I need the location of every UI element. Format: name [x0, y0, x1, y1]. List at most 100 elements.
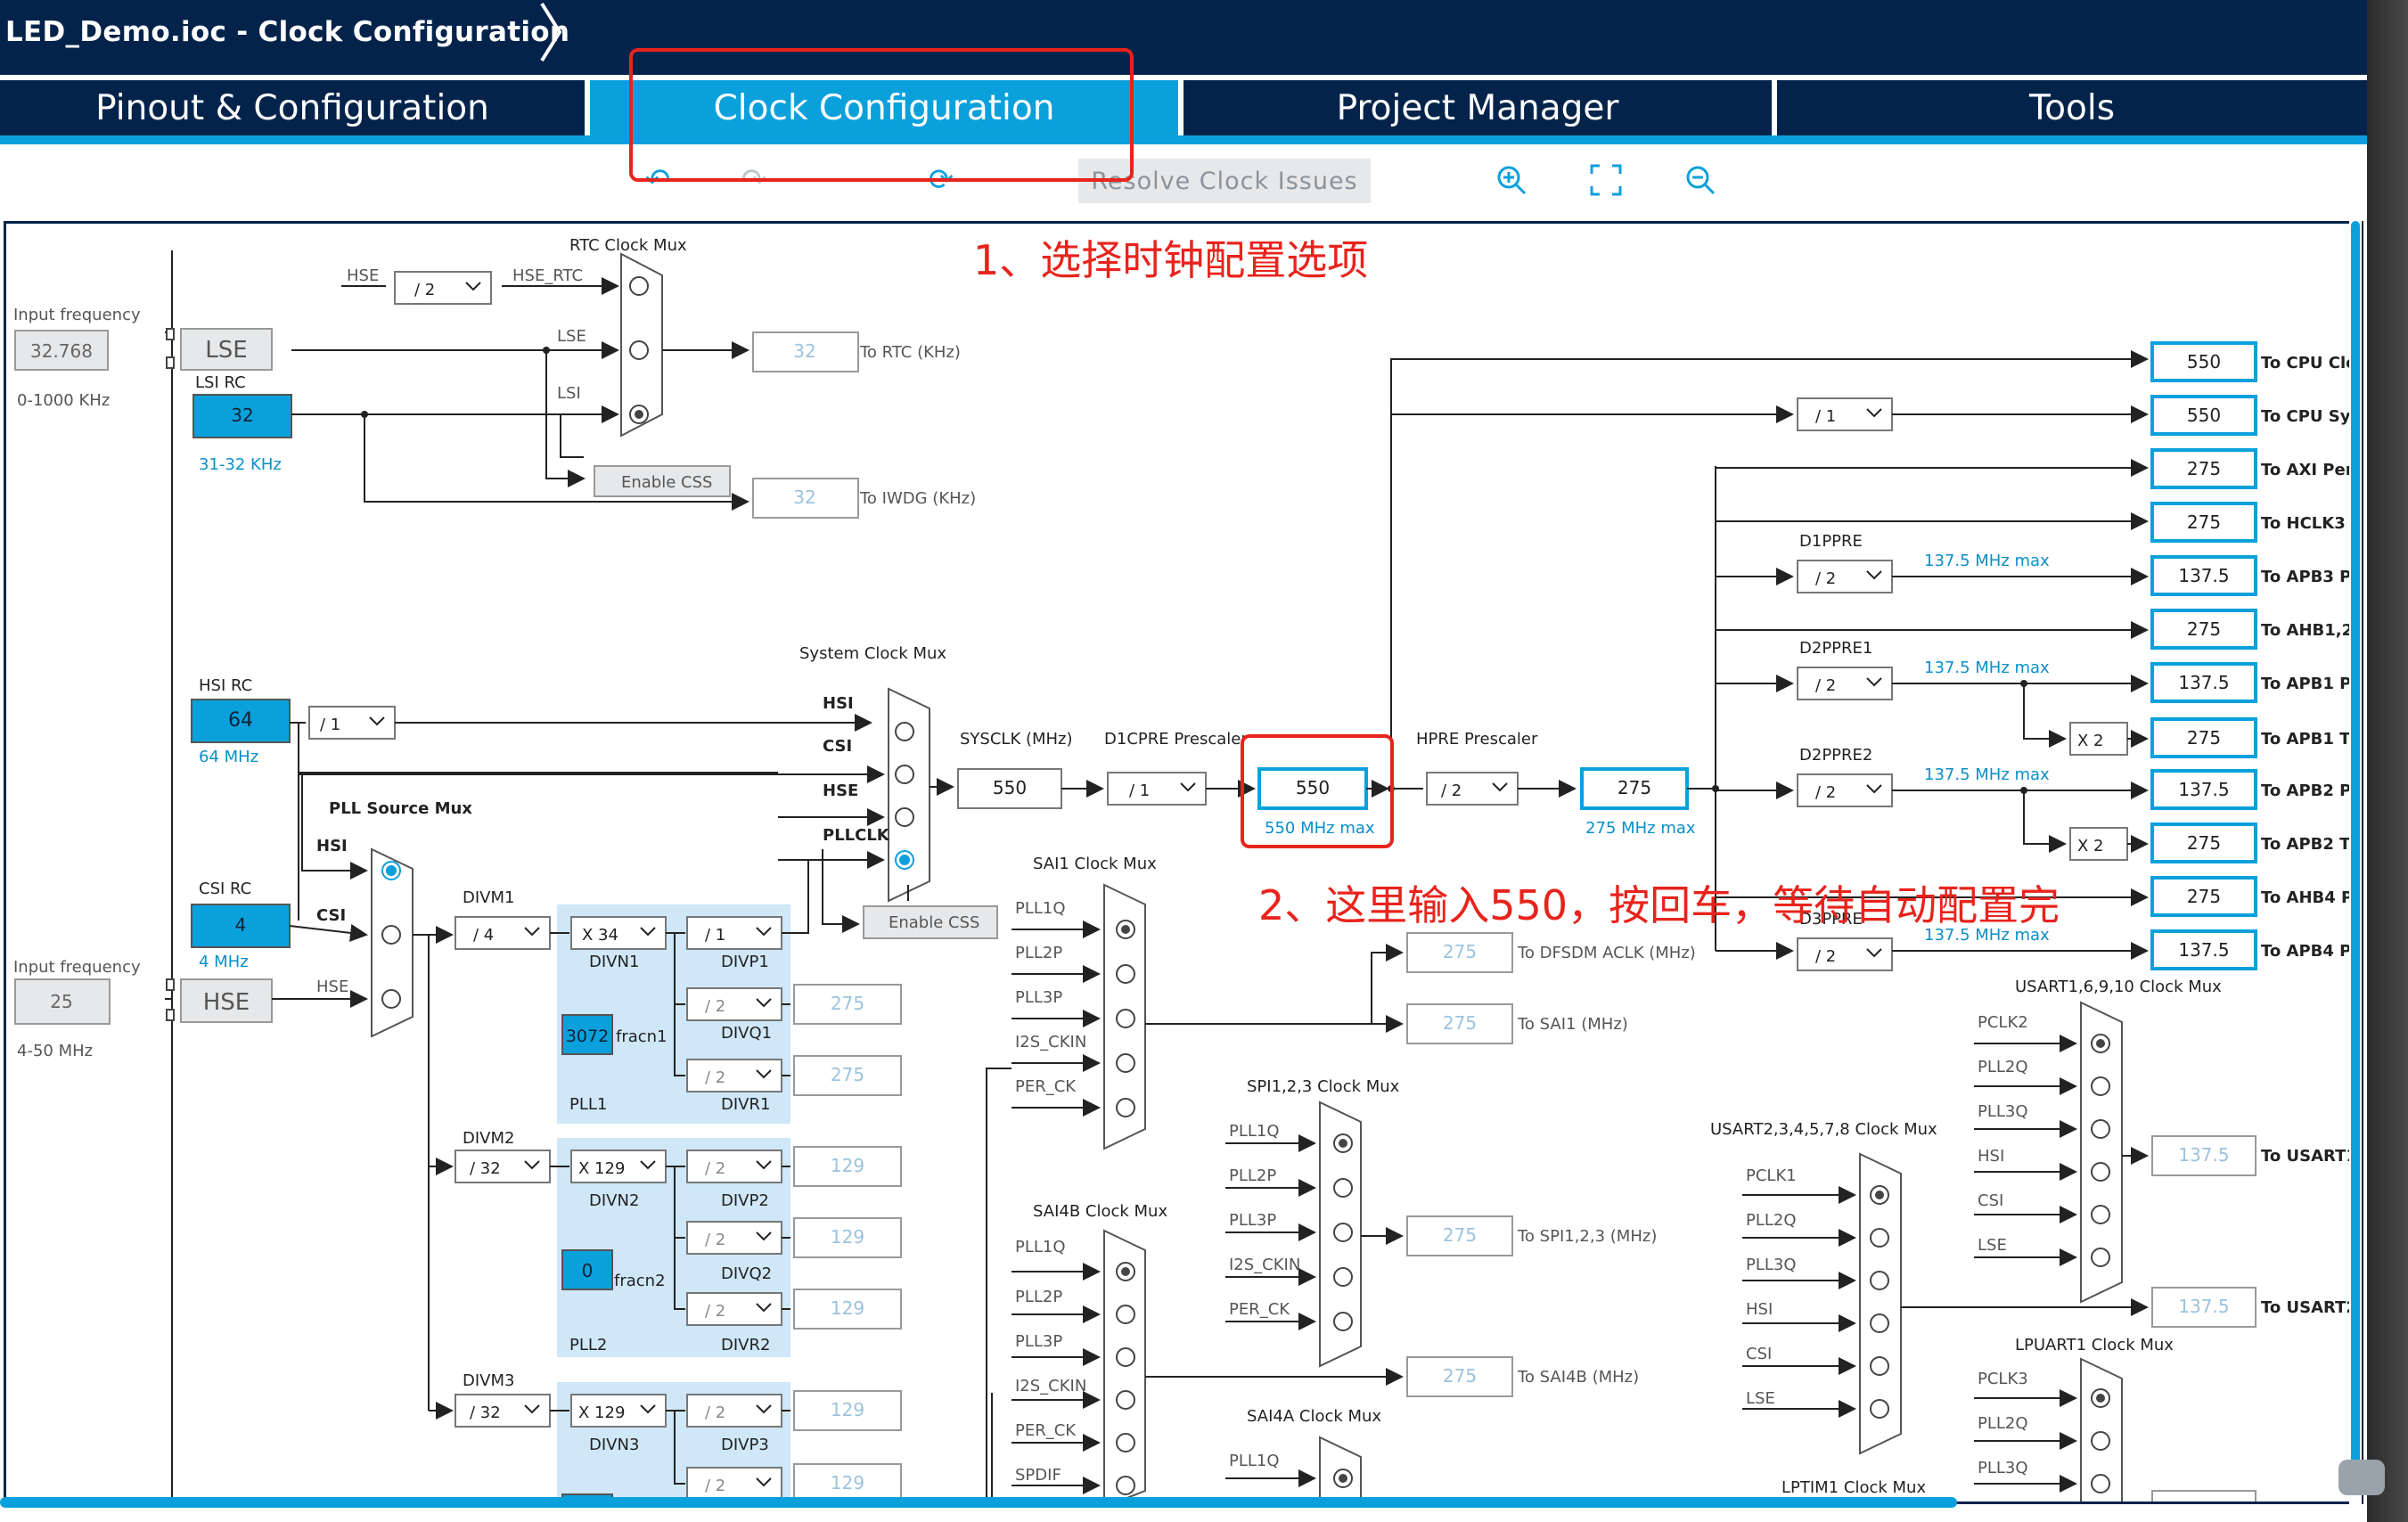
- tab-project-manager[interactable]: Project Manager: [1184, 80, 1772, 135]
- divm1-select[interactable]: [455, 916, 551, 950]
- usart2-input-label: CSI: [1746, 1345, 1772, 1363]
- output-label: To AHB4 Pe: [2261, 888, 2363, 907]
- output-label: To APB1 Ti: [2261, 730, 2356, 749]
- zoom-in-icon[interactable]: [1494, 162, 1529, 198]
- tab-tools[interactable]: Tools: [1777, 80, 2367, 135]
- divp2-select[interactable]: [686, 1150, 782, 1183]
- spi-out-label: To SPI1,2,3 (MHz): [1517, 1227, 1657, 1246]
- hse-name: HSE: [203, 989, 250, 1016]
- tab-pinout[interactable]: Pinout & Configuration: [0, 80, 585, 135]
- rtc-mux-title: RTC Clock Mux: [569, 236, 687, 255]
- sai4b-out-value: 275: [1443, 1365, 1477, 1387]
- usart2-input-label: PCLK1: [1746, 1166, 1797, 1185]
- vertical-scrollbar[interactable]: [2349, 221, 2362, 1504]
- sai1-input-label: PLL3P: [1015, 988, 1062, 1007]
- lse-input-freq-value: 32.768: [30, 340, 93, 362]
- tab-label: Tools: [2028, 87, 2116, 128]
- divr2-value: / 2: [705, 1302, 725, 1321]
- lse-name: LSE: [205, 337, 247, 364]
- pll-src-csi: CSI: [316, 906, 346, 925]
- usart1-out-label: To USART1: [2261, 1147, 2357, 1166]
- fit-icon[interactable]: [1588, 162, 1624, 198]
- annotation-step1: 1、选择时钟配置选项: [973, 236, 1369, 284]
- tab-label: Pinout & Configuration: [95, 87, 489, 128]
- output-value: 550: [2187, 405, 2221, 426]
- sai4b-input-label: PLL2P: [1015, 1288, 1062, 1306]
- sai1-out-value: 275: [1443, 1012, 1477, 1034]
- lsi-name: LSI RC: [195, 373, 246, 392]
- system-clock-mux[interactable]: [888, 687, 930, 903]
- apb2-x2-label: X 2: [2077, 837, 2104, 855]
- d1cpre-select[interactable]: [1107, 772, 1207, 806]
- rtc-output-value: 32: [793, 340, 815, 362]
- hclk-max: 275 MHz max: [1585, 819, 1696, 838]
- spi-input-label: PLL3P: [1229, 1211, 1276, 1230]
- sai1-mux-title: SAI1 Clock Mux: [1033, 855, 1157, 873]
- divq1-value: / 2: [705, 997, 725, 1016]
- d2ppre2-select[interactable]: [1797, 773, 1893, 807]
- divq3-value: / 2: [705, 1477, 725, 1495]
- sai4b-mux-title: SAI4B Clock Mux: [1033, 1202, 1167, 1221]
- lsi-range: 31-32 KHz: [199, 455, 282, 474]
- spi-input-label: I2S_CKIN: [1229, 1256, 1300, 1274]
- output-label: To APB4 Pe: [2261, 942, 2363, 961]
- divr2-select[interactable]: [686, 1292, 782, 1326]
- highlight-clock-tab: [629, 48, 1134, 182]
- output-value: 137.5: [2178, 672, 2229, 693]
- divr2-output-value: 129: [831, 1297, 864, 1319]
- output-value: 550: [2187, 351, 2221, 372]
- horizontal-scrollbar[interactable]: [0, 1497, 1957, 1508]
- divm3-value: / 32: [470, 1403, 501, 1422]
- d2ppre1-value: / 2: [1815, 676, 1836, 695]
- d1ppre-select[interactable]: [1797, 560, 1893, 593]
- systick-divider-select[interactable]: [1797, 397, 1893, 431]
- spi-mux-title: SPI1,2,3 Clock Mux: [1247, 1077, 1400, 1096]
- divp1-label: DIVP1: [721, 953, 769, 971]
- hse-rtc-divider-select[interactable]: [394, 271, 492, 305]
- divn1-value: X 34: [582, 926, 618, 945]
- d2ppre1-select[interactable]: [1797, 667, 1893, 700]
- divp1-value: / 1: [705, 926, 725, 945]
- divp3-select[interactable]: [686, 1394, 782, 1428]
- spi-input-label: PLL1Q: [1229, 1122, 1280, 1141]
- chat-icon[interactable]: [2338, 1460, 2385, 1495]
- divq1-output-value: 275: [831, 993, 864, 1014]
- usart16-input-label: PLL2Q: [1978, 1058, 2028, 1076]
- divq2-output-value: 129: [831, 1226, 864, 1248]
- csi-value: 4: [235, 914, 247, 936]
- usart2-input-label: PLL3Q: [1746, 1256, 1797, 1274]
- hsi-rc-name: HSI RC: [199, 676, 252, 695]
- divm1-label: DIVM1: [463, 888, 514, 907]
- hsi-freq: 64 MHz: [199, 748, 258, 766]
- divm2-label: DIVM2: [463, 1129, 514, 1148]
- divq3-select[interactable]: [686, 1467, 782, 1501]
- usart2-input-label: PLL2Q: [1746, 1211, 1797, 1230]
- spi-out-value: 275: [1443, 1224, 1477, 1246]
- iwdg-output-label: To IWDG (KHz): [859, 489, 976, 508]
- d1ppre-max: 137.5 MHz max: [1924, 552, 2050, 570]
- d2ppre2-value: / 2: [1815, 783, 1836, 802]
- divq2-select[interactable]: [686, 1221, 782, 1255]
- divm2-value: / 32: [470, 1159, 501, 1178]
- output-value: 275: [2187, 458, 2221, 479]
- hse-range-label: 4-50 MHz: [17, 1042, 93, 1060]
- lsi-value: 32: [231, 405, 253, 426]
- zoom-out-icon[interactable]: [1683, 162, 1718, 198]
- output-label: To APB2 Ti: [2261, 835, 2356, 854]
- sai4a-input-label: PLL1Q: [1229, 1452, 1280, 1470]
- spi-input-label: PLL2P: [1229, 1166, 1276, 1185]
- divp3-output-value: 129: [831, 1399, 864, 1420]
- rtc-lse-label: LSE: [557, 327, 586, 346]
- output-label: To AXI Peri: [2261, 461, 2359, 479]
- divn3-value: X 129: [578, 1403, 625, 1422]
- lptim-mux-title: LPTIM1 Clock Mux: [1781, 1478, 1926, 1497]
- d3ppre-select[interactable]: [1797, 937, 1893, 971]
- clock-tree-canvas[interactable]: .ln{stroke:#222;stroke-width:2;fill:none…: [4, 221, 2363, 1504]
- divq3-output-value: 129: [831, 1472, 864, 1493]
- usart2-out-value: 137.5: [2178, 1296, 2229, 1317]
- divr1-select[interactable]: [686, 1059, 782, 1092]
- divp1-select[interactable]: [686, 916, 782, 950]
- lpuart-output-field: [2151, 1490, 2256, 1502]
- vertical-scroll-thumb[interactable]: [2351, 221, 2360, 1486]
- divq1-select[interactable]: [686, 987, 782, 1021]
